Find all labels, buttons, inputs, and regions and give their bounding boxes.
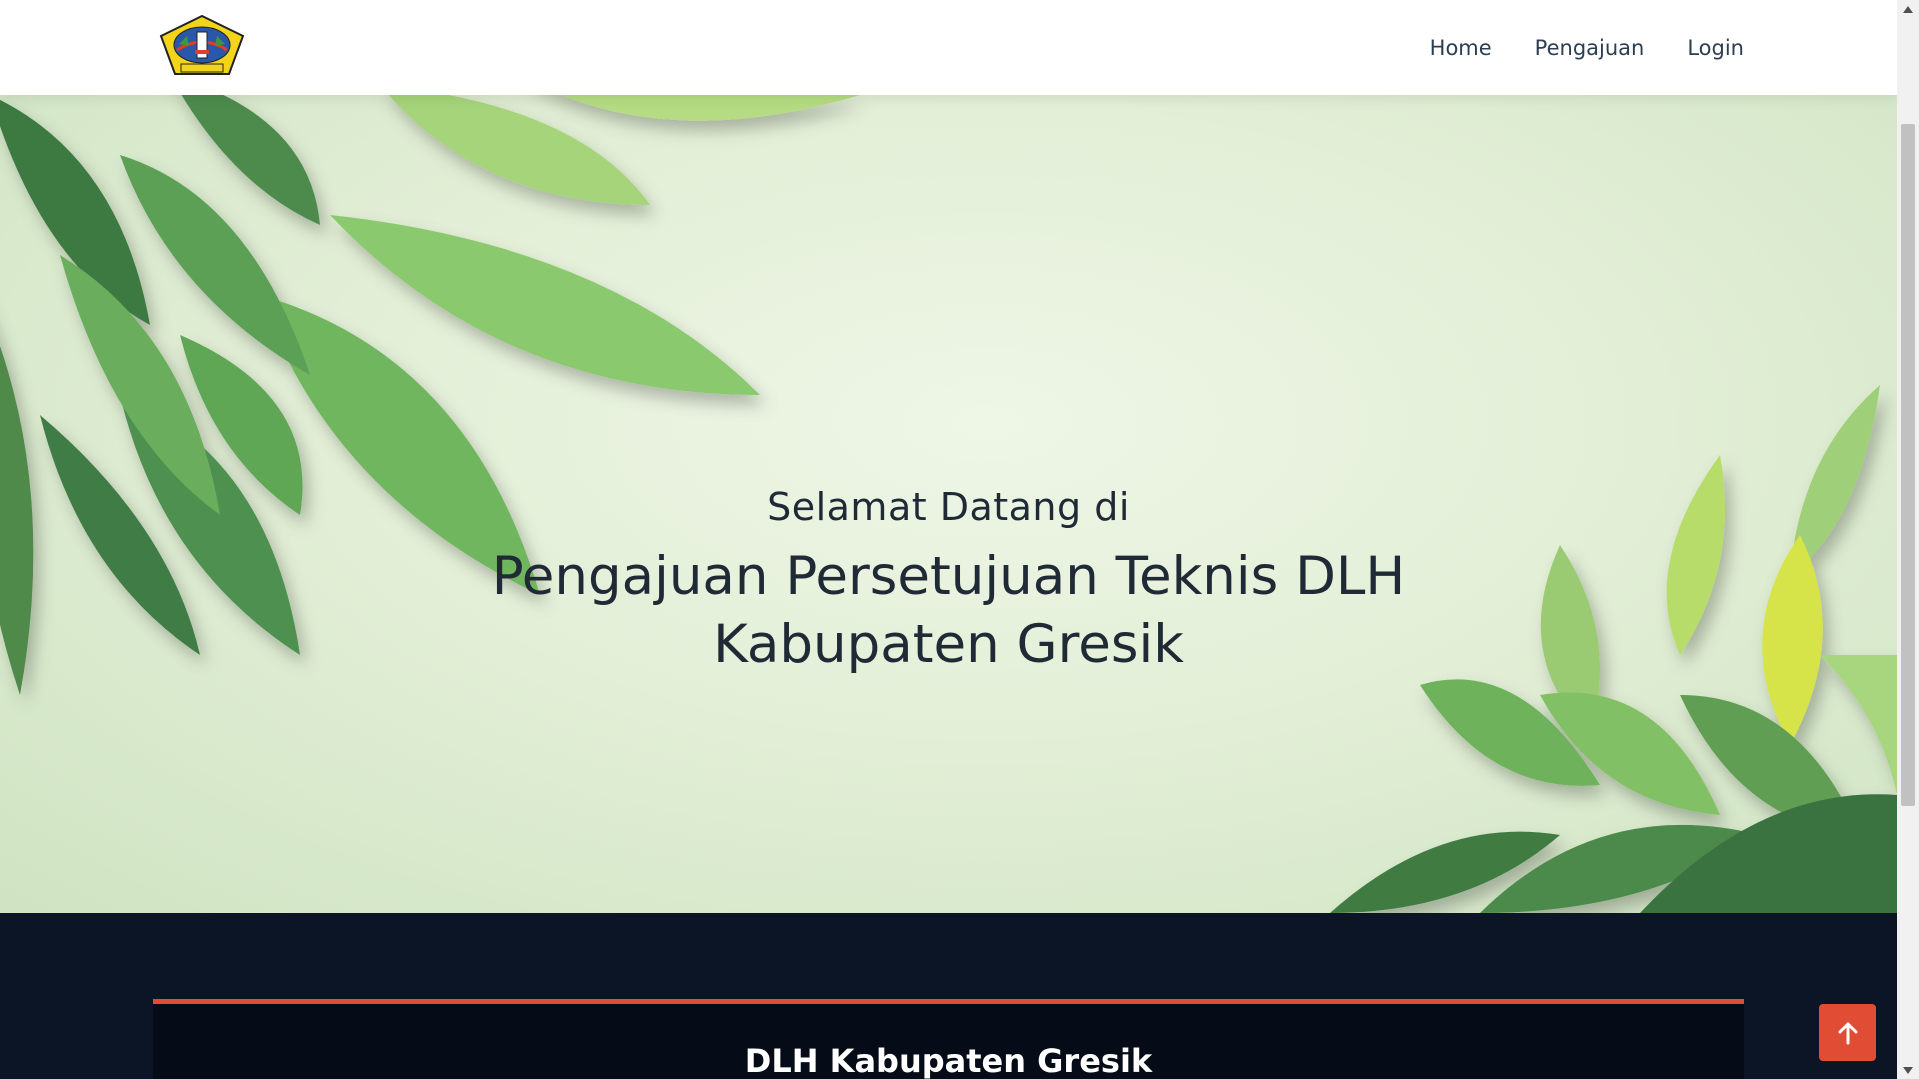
- gresik-logo[interactable]: [151, 14, 253, 78]
- hero-title: Pengajuan Persetujuan Teknis DLH Kabupat…: [449, 543, 1449, 679]
- nav-login-link[interactable]: Login: [1687, 36, 1744, 60]
- scrollbar-thumb[interactable]: [1901, 124, 1915, 806]
- arrow-up-icon: [1838, 1022, 1857, 1044]
- hero-title-line2: Kabupaten Gresik: [713, 614, 1184, 675]
- scroll-down-arrow-icon[interactable]: [1902, 1065, 1914, 1075]
- section-title: DLH Kabupaten Gresik: [744, 1042, 1153, 1079]
- back-to-top-button[interactable]: [1819, 1004, 1876, 1061]
- hero-title-line1: Pengajuan Persetujuan Teknis DLH: [491, 546, 1406, 607]
- nav-home-link[interactable]: Home: [1430, 36, 1492, 60]
- vertical-scrollbar[interactable]: [1897, 0, 1919, 1079]
- hero-section: Selamat Datang di Pengajuan Persetujuan …: [0, 95, 1897, 913]
- main-nav: Home Pengajuan Login: [1430, 0, 1744, 95]
- site-header: Home Pengajuan Login: [0, 0, 1897, 95]
- nav-pengajuan-link[interactable]: Pengajuan: [1535, 36, 1645, 60]
- scroll-up-arrow-icon[interactable]: [1902, 4, 1914, 14]
- hero-text: Selamat Datang di Pengajuan Persetujuan …: [0, 485, 1897, 679]
- hero-subtitle: Selamat Datang di: [767, 485, 1130, 529]
- info-card: DLH Kabupaten Gresik: [153, 999, 1744, 1079]
- info-section: DLH Kabupaten Gresik: [0, 913, 1897, 1079]
